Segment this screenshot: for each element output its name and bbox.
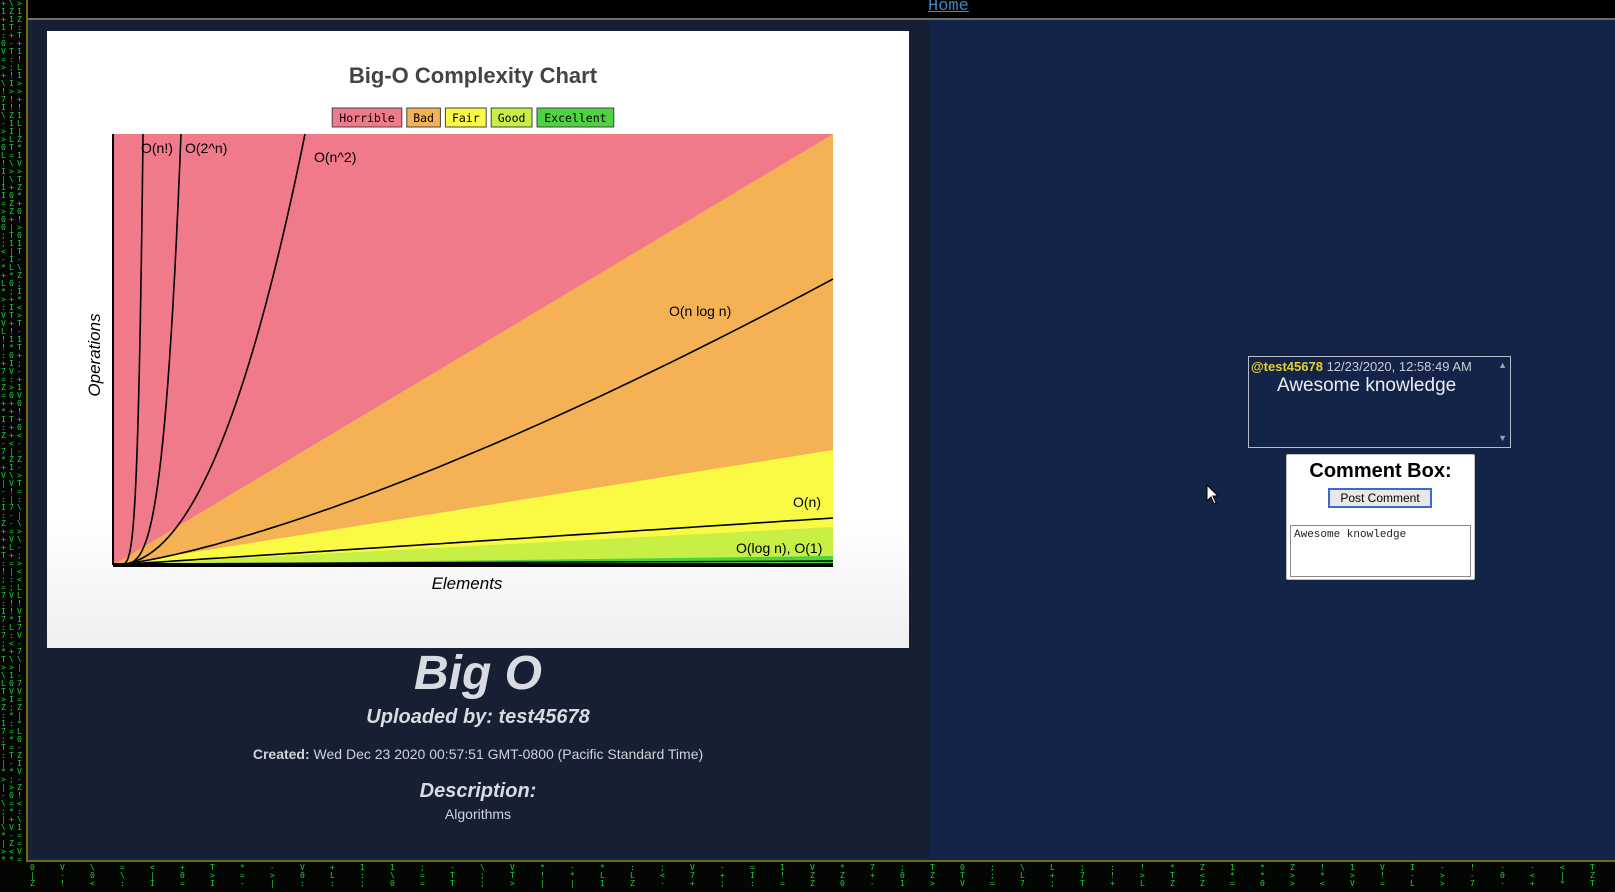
scroll-down-icon[interactable]: ▼ [1498, 433, 1507, 443]
matrix-glyph-column: = I : [750, 864, 755, 888]
matrix-glyph-column: 1 \ 0 [390, 864, 395, 888]
legend-label-fair: Fair [452, 111, 480, 125]
matrix-glyph-column: ; ; = [990, 864, 995, 888]
matrix-glyph-column: \ 0 < [90, 864, 95, 888]
matrix-glyph-column: : L Z [630, 864, 635, 888]
matrix-glyph-column: T Z T [1590, 864, 1595, 888]
matrix-glyph-column: ! * < [1320, 864, 1325, 888]
matrix-glyph-column: - * | [570, 864, 575, 888]
matrix-glyph-column: 7 + - [870, 864, 875, 888]
matrix-glyph-column: * = - [240, 864, 245, 888]
comment-box-title: Comment Box: [1287, 460, 1474, 483]
x-axis-label: Elements [432, 574, 503, 593]
complexity-regions [113, 134, 833, 565]
matrix-glyph-column: \ Z 1 T + - T : ; ! I > ! ! Z 1 I L T = … [9, 0, 14, 880]
matrix-glyph-column: 1 * = [1230, 864, 1235, 888]
matrix-rain-bottom: 0 | Z V - ! \ 0 < = \ : < | I + 0 = T > I * = -… [0, 862, 1615, 892]
y-axis-label: Operations [85, 313, 104, 397]
comment-list[interactable]: @test45678 12/23/2020, 12:58:49 AM Aweso… [1248, 356, 1511, 448]
matrix-glyph-column: V - ! [60, 864, 65, 888]
chart-legend: Horrible Bad Fair Good Excellent [332, 108, 614, 127]
matrix-glyph-column: < | * [1560, 864, 1565, 888]
uploaded-by: Uploaded by: test45678 [47, 706, 909, 729]
matrix-glyph-column: V Z Z [810, 864, 815, 888]
legend-label-good: Good [498, 111, 526, 125]
comment-text: Awesome knowledge [1277, 375, 1456, 397]
matrix-glyph-column: V 0 : [300, 864, 305, 888]
label-nlogn: O(n log n) [669, 303, 731, 319]
matrix-glyph-column: ! - 7 [1470, 864, 1475, 888]
matrix-glyph-column: > 1 Z : T + 1 ! L 1 > > + ! 1 L | Z * 1 … [17, 0, 22, 880]
comment-input[interactable]: Awesome knowledge [1290, 525, 1471, 577]
matrix-glyph-column: 0 | Z [30, 864, 35, 888]
matrix-glyph-column: * Z 0 [840, 864, 845, 888]
matrix-glyph-column: - > > [1440, 864, 1445, 888]
post-comment-button[interactable]: Post Comment [1328, 488, 1432, 508]
matrix-glyph-column: * ! | [540, 864, 545, 888]
label-quadratic: O(n^2) [314, 149, 356, 165]
matrix-glyph-column: - < + [1530, 864, 1535, 888]
matrix-glyph-column: 0 T V [960, 864, 965, 888]
big-o-chart: Big-O Complexity Chart Horrible Bad Fair Go… [47, 31, 909, 648]
matrix-glyph-column: ; 0 1 [900, 864, 905, 888]
comment-username[interactable]: @test45678 [1251, 359, 1323, 374]
matrix-glyph-column: \ ; ; [480, 864, 485, 888]
description-label: Description: [47, 780, 909, 803]
legend-label-bad: Bad [413, 111, 434, 125]
post-title: Big O [47, 646, 909, 701]
matrix-glyph-column: : ! + [1110, 864, 1115, 888]
mouse-cursor-icon [1206, 484, 1220, 506]
matrix-glyph-column: * L 1 [600, 864, 605, 888]
matrix-glyph-column: 1 ! = [780, 864, 785, 888]
matrix-glyph-column: V ! = [1380, 864, 1385, 888]
matrix-glyph-column: < | I [150, 864, 155, 888]
matrix-glyph-column: * T Z [1170, 864, 1175, 888]
matrix-glyph-column: ; < - [660, 864, 665, 888]
matrix-glyph-column: T Z > [930, 864, 935, 888]
matrix-glyph-column: = \ : [120, 864, 125, 888]
matrix-glyph-column: V T > [510, 864, 515, 888]
description-value: Algorithms [47, 806, 909, 822]
matrix-glyph-column: - + ; [720, 864, 725, 888]
top-nav-bar: Home [28, 0, 1615, 20]
legend-label-horrible: Horrible [339, 111, 394, 125]
matrix-glyph-column: ! > L [1140, 864, 1145, 888]
label-factorial: O(n!) [141, 140, 173, 156]
comment-meta: @test45678 12/23/2020, 12:58:49 AM [1251, 359, 1472, 374]
matrix-glyph-column: ; = = [420, 864, 425, 888]
scroll-up-icon[interactable]: ▲ [1498, 360, 1507, 370]
matrix-glyph-column: + 1 + 1 : 0 V = > + \ ! 7 I \ - > > 0 L … [1, 0, 6, 880]
matrix-glyph-column: V 7 + [690, 864, 695, 888]
matrix-glyph-column: T > I [210, 864, 215, 888]
matrix-glyph-column: Z > > [1290, 864, 1295, 888]
matrix-glyph-column: ; 7 T [1080, 864, 1085, 888]
label-exponential: O(2^n) [185, 140, 227, 156]
matrix-glyph-column: I - L [1410, 864, 1415, 888]
matrix-glyph-column: * * 0 [1260, 864, 1265, 888]
matrix-rain-left: + 1 + 1 : 0 V = > + \ ! 7 I \ - > > 0 L … [0, 0, 26, 892]
created-label: Created: [253, 746, 310, 762]
matrix-glyph-column: \ L 7 [1020, 864, 1025, 888]
comment-timestamp: 12/23/2020, 12:58:49 AM [1327, 359, 1472, 374]
matrix-glyph-column: + 0 = [180, 864, 185, 888]
label-linear: O(n) [793, 494, 821, 510]
matrix-glyph-column: - T T [450, 864, 455, 888]
matrix-glyph-column: + L : [330, 864, 335, 888]
matrix-glyph-column: - > | [270, 864, 275, 888]
home-link[interactable]: Home [928, 0, 969, 16]
matrix-glyph-column: 1 : ; [360, 864, 365, 888]
legend-label-excellent: Excellent [544, 111, 606, 125]
created-value: Wed Dec 23 2020 00:57:51 GMT-0800 (Pacif… [314, 746, 704, 762]
matrix-glyph-column: 1 > V [1350, 864, 1355, 888]
chart-title: Big-O Complexity Chart [349, 63, 598, 88]
label-log-const: O(log n), O(1) [736, 540, 822, 556]
comment-box: Comment Box: Post Comment Awesome knowle… [1286, 454, 1475, 580]
matrix-glyph-column: L + ; [1050, 864, 1055, 888]
matrix-glyph-column: Z < Z [1200, 864, 1205, 888]
matrix-glyph-column: - 0 - [1500, 864, 1505, 888]
post-image: Big-O Complexity Chart Horrible Bad Fair Go… [47, 31, 909, 648]
created-line: Created: Wed Dec 23 2020 00:57:51 GMT-08… [47, 746, 909, 762]
